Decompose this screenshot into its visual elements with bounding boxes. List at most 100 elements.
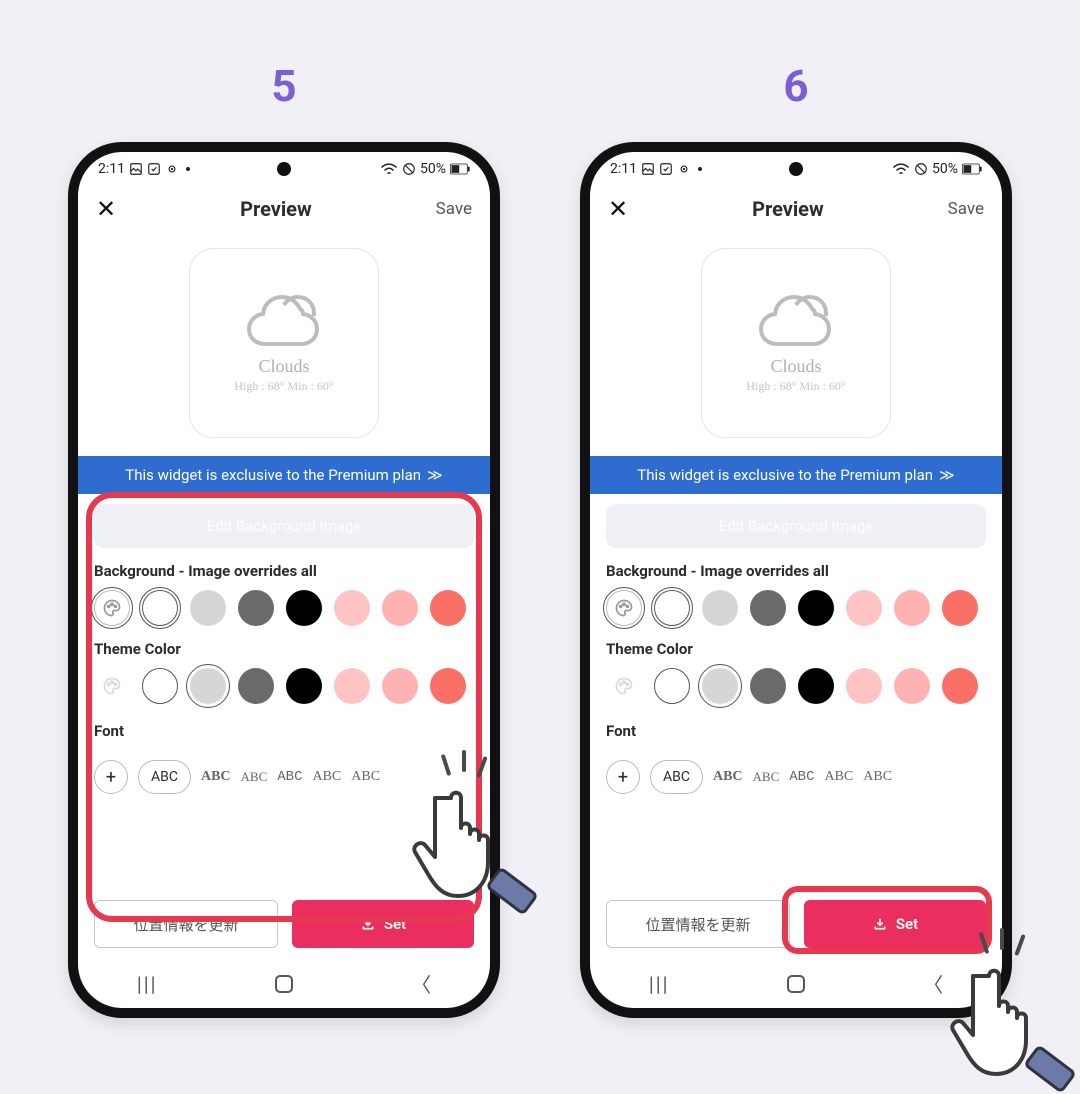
theme-swatch-white[interactable] xyxy=(142,668,178,704)
target-icon xyxy=(677,162,691,176)
step-number-5: 5 xyxy=(271,60,296,112)
bg-swatch-black[interactable] xyxy=(286,590,322,626)
bg-swatch-light[interactable] xyxy=(190,590,226,626)
theme-swatch-light[interactable] xyxy=(190,668,226,704)
theme-title: Theme Color xyxy=(94,640,474,658)
status-dot xyxy=(186,167,190,171)
premium-banner[interactable]: This widget is exclusive to the Premium … xyxy=(590,456,1002,494)
home-icon[interactable] xyxy=(275,975,293,993)
add-font-button[interactable]: + xyxy=(94,760,128,794)
status-dot xyxy=(698,167,702,171)
theme-swatch-white[interactable] xyxy=(654,668,690,704)
edit-background-label: Edit Background Image xyxy=(719,517,873,535)
banner-text: This widget is exclusive to the Premium … xyxy=(637,466,933,484)
set-label: Set xyxy=(896,915,918,933)
battery-text: 50% xyxy=(932,161,958,177)
theme-swatch-black[interactable] xyxy=(798,668,834,704)
font-sample-5[interactable]: ABC xyxy=(351,769,380,785)
bg-color-picker[interactable] xyxy=(606,590,642,626)
cloud-icon xyxy=(756,292,836,348)
theme-color-picker[interactable] xyxy=(606,668,642,704)
bg-swatch-black[interactable] xyxy=(798,590,834,626)
theme-swatch-pink2[interactable] xyxy=(382,668,418,704)
home-icon[interactable] xyxy=(787,975,805,993)
theme-swatch-gray[interactable] xyxy=(750,668,786,704)
bg-swatch-coral[interactable] xyxy=(430,590,466,626)
bg-swatch-pink1[interactable] xyxy=(846,590,882,626)
font-sample-4[interactable]: ABC xyxy=(824,769,853,785)
font-sample-2[interactable]: ABC xyxy=(241,769,268,785)
set-button[interactable]: Set xyxy=(292,900,474,948)
bg-color-picker[interactable] xyxy=(94,590,130,626)
bg-swatch-white[interactable] xyxy=(142,590,178,626)
recents-icon[interactable]: ||| xyxy=(137,972,158,996)
save-button[interactable]: Save xyxy=(436,199,472,219)
edit-background-button[interactable]: Edit Background Image xyxy=(606,504,986,548)
font-row: + ABC ABC ABC ABC ABC ABC xyxy=(78,760,490,794)
theme-swatch-light[interactable] xyxy=(702,668,738,704)
palette-icon xyxy=(102,598,122,618)
camera-notch xyxy=(277,162,291,176)
font-sample-3[interactable]: ABC xyxy=(277,769,302,785)
font-sample-1[interactable]: ABC xyxy=(713,769,743,785)
theme-swatch-black[interactable] xyxy=(286,668,322,704)
font-pill-abc[interactable]: ABC xyxy=(650,760,703,794)
step-number-6: 6 xyxy=(783,60,808,112)
font-sample-4[interactable]: ABC xyxy=(312,769,341,785)
back-icon[interactable]: 〈 xyxy=(411,969,431,998)
font-title: Font xyxy=(94,722,474,740)
camera-notch xyxy=(789,162,803,176)
back-icon[interactable]: 〈 xyxy=(923,969,943,998)
theme-swatch-coral[interactable] xyxy=(430,668,466,704)
bg-swatch-light[interactable] xyxy=(702,590,738,626)
bg-swatch-gray[interactable] xyxy=(238,590,274,626)
widget-preview: Clouds High : 68° Min : 60° xyxy=(701,248,891,438)
page-title: Preview xyxy=(752,197,824,221)
theme-swatch-pink1[interactable] xyxy=(846,668,882,704)
preview-label: Clouds xyxy=(258,356,309,377)
no-sim-icon xyxy=(402,162,416,176)
bg-swatch-gray[interactable] xyxy=(750,590,786,626)
background-title: Background - Image overrides all xyxy=(94,562,474,580)
font-pill-abc[interactable]: ABC xyxy=(138,760,191,794)
font-sample-3[interactable]: ABC xyxy=(789,769,814,785)
app-header: ✕ Preview Save xyxy=(78,186,490,232)
font-sample-1[interactable]: ABC xyxy=(201,769,231,785)
image-icon xyxy=(641,162,655,176)
save-button[interactable]: Save xyxy=(948,199,984,219)
update-location-label: 位置情報を更新 xyxy=(645,914,750,935)
bg-swatch-pink2[interactable] xyxy=(382,590,418,626)
banner-text: This widget is exclusive to the Premium … xyxy=(125,466,421,484)
update-location-label: 位置情報を更新 xyxy=(133,914,238,935)
theme-swatch-pink2[interactable] xyxy=(894,668,930,704)
theme-section: Theme Color xyxy=(590,640,1002,704)
preview-label: Clouds xyxy=(770,356,821,377)
wifi-icon xyxy=(380,162,398,176)
close-icon[interactable]: ✕ xyxy=(96,195,116,223)
wifi-icon xyxy=(892,162,910,176)
bg-swatch-white[interactable] xyxy=(654,590,690,626)
theme-swatch-pink1[interactable] xyxy=(334,668,370,704)
bg-swatch-coral[interactable] xyxy=(942,590,978,626)
edit-background-label: Edit Background Image xyxy=(207,517,361,535)
font-sample-2[interactable]: ABC xyxy=(753,769,780,785)
add-font-button[interactable]: + xyxy=(606,760,640,794)
theme-swatch-gray[interactable] xyxy=(238,668,274,704)
update-location-button[interactable]: 位置情報を更新 xyxy=(606,900,790,948)
theme-swatch-coral[interactable] xyxy=(942,668,978,704)
background-swatches xyxy=(606,590,986,626)
battery-text: 50% xyxy=(420,161,446,177)
update-location-button[interactable]: 位置情報を更新 xyxy=(94,900,278,948)
theme-color-picker[interactable] xyxy=(94,668,130,704)
bg-swatch-pink1[interactable] xyxy=(334,590,370,626)
edit-background-button[interactable]: Edit Background Image xyxy=(94,504,474,548)
set-button[interactable]: Set xyxy=(804,900,986,948)
preview-sub: High : 68° Min : 60° xyxy=(234,379,333,394)
close-icon[interactable]: ✕ xyxy=(608,195,628,223)
bg-swatch-pink2[interactable] xyxy=(894,590,930,626)
premium-banner[interactable]: This widget is exclusive to the Premium … xyxy=(78,456,490,494)
background-section: Background - Image overrides all xyxy=(590,562,1002,626)
widget-preview: Clouds High : 68° Min : 60° xyxy=(189,248,379,438)
recents-icon[interactable]: ||| xyxy=(649,972,670,996)
font-sample-5[interactable]: ABC xyxy=(863,769,892,785)
